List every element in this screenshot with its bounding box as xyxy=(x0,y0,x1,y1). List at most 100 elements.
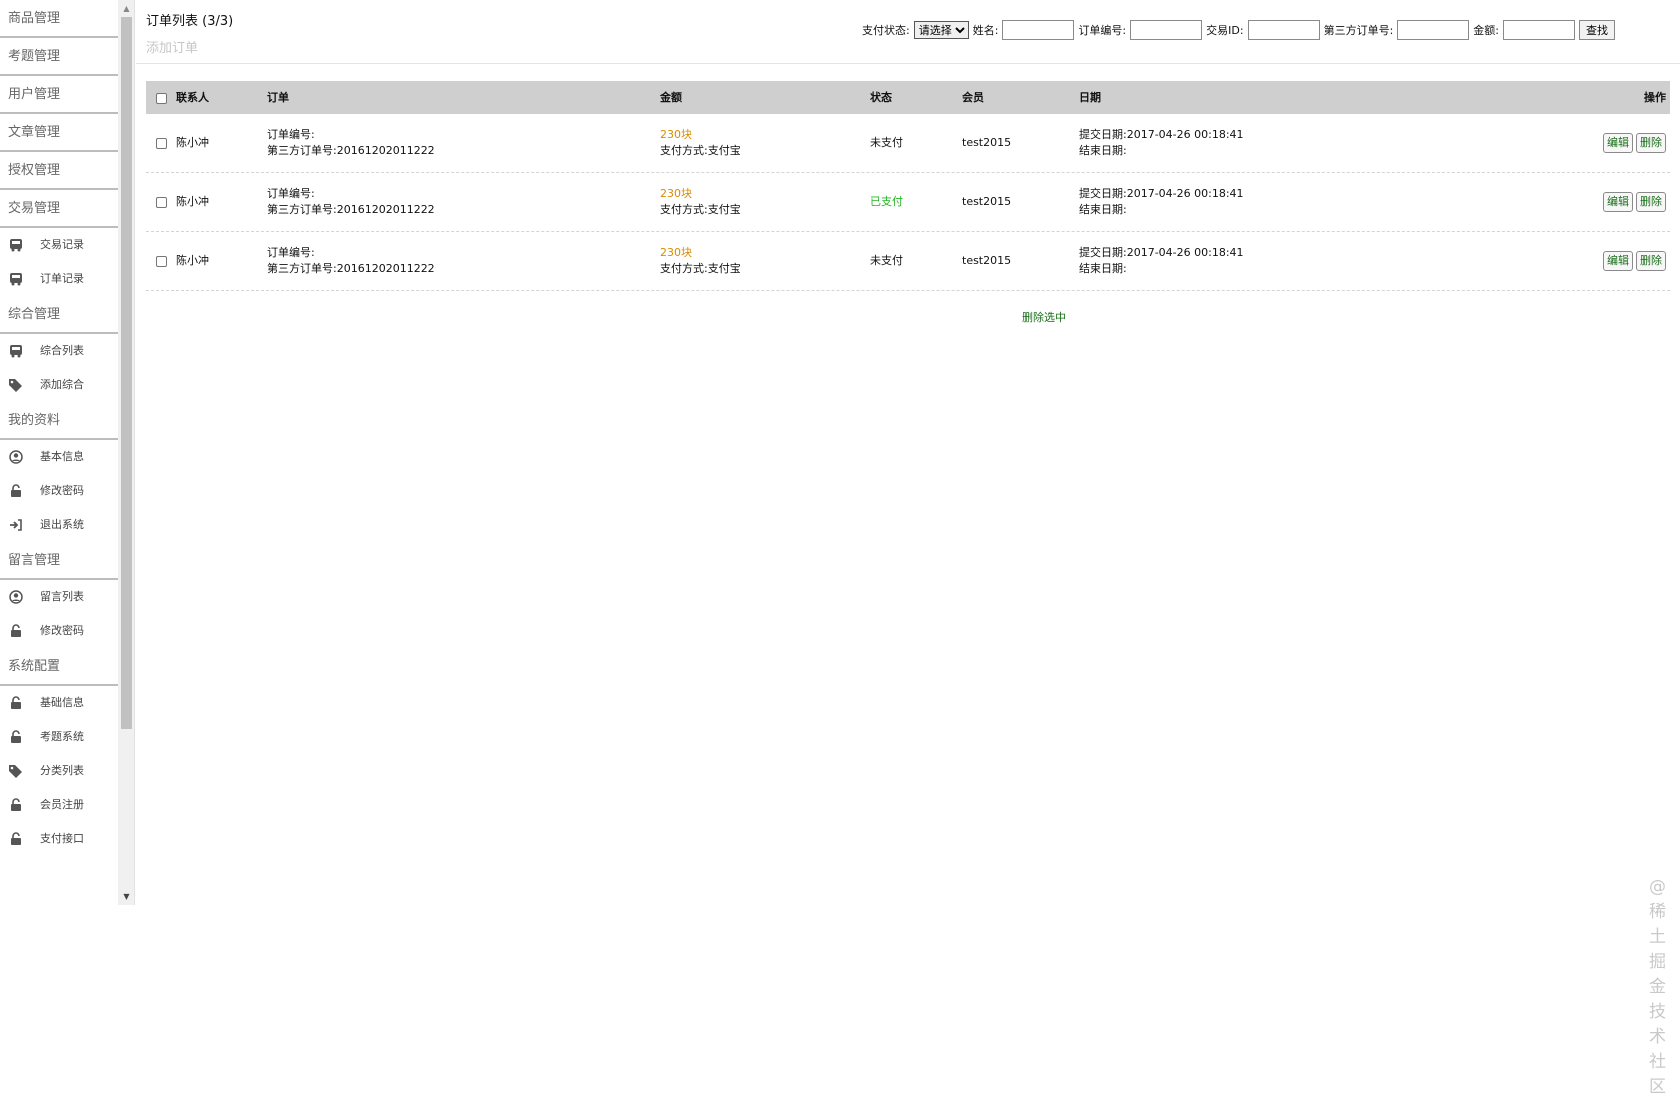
contact-cell: 陈小冲 xyxy=(176,232,209,290)
member-cell: test2015 xyxy=(962,114,1011,172)
sidebar-section-header[interactable]: 系统配置 xyxy=(0,648,118,686)
order-no: 订单编号: xyxy=(267,128,315,141)
member-cell: test2015 xyxy=(962,173,1011,231)
sidebar-section-header[interactable]: 综合管理 xyxy=(0,296,118,334)
sidebar-section-header[interactable]: 用户管理 xyxy=(0,76,118,114)
submit-date: 提交日期:2017-04-26 00:18:41 xyxy=(1079,246,1244,259)
status-cell: 未支付 xyxy=(870,232,903,290)
trade-id-input[interactable] xyxy=(1247,20,1320,40)
sidebar-item[interactable]: 考题系统 xyxy=(0,720,118,754)
sidebar-section-header[interactable]: 交易管理 xyxy=(0,190,118,228)
status-value: 未支付 xyxy=(870,136,903,149)
third-order-no: 第三方订单号:20161202011222 xyxy=(267,144,435,157)
row-checkbox[interactable] xyxy=(156,255,167,267)
end-date: 结束日期: xyxy=(1079,262,1127,275)
name-input[interactable] xyxy=(1002,20,1075,40)
sidebar-item-label: 订单记录 xyxy=(40,272,84,285)
user-circle-icon xyxy=(8,580,24,614)
third-order-input[interactable] xyxy=(1397,20,1470,40)
amount-input[interactable] xyxy=(1503,20,1576,40)
delete-button[interactable]: 删除 xyxy=(1636,251,1666,271)
add-order-link[interactable]: 添加订单 xyxy=(146,37,198,56)
amount-value: 230块 xyxy=(660,187,692,200)
sidebar-item[interactable]: 综合列表 xyxy=(0,334,118,368)
order-no-input[interactable] xyxy=(1130,20,1203,40)
sidebar-section-header[interactable]: 留言管理 xyxy=(0,542,118,580)
sidebar-item[interactable]: 交易记录 xyxy=(0,228,118,262)
sidebar-item[interactable]: 基础信息 xyxy=(0,686,118,720)
sidebar-item[interactable]: 添加综合 xyxy=(0,368,118,402)
sidebar-item-label: 退出系统 xyxy=(40,518,84,531)
sidebar-item-label: 交易记录 xyxy=(40,238,84,251)
edit-button[interactable]: 编辑 xyxy=(1603,133,1633,153)
sidebar-item-label: 支付接口 xyxy=(40,832,84,845)
contact-cell: 陈小冲 xyxy=(176,173,209,231)
sidebar-section-header[interactable]: 考题管理 xyxy=(0,38,118,76)
sidebar-section-header[interactable]: 商品管理 xyxy=(0,0,118,38)
unlock-icon xyxy=(8,614,24,648)
date-cell: 提交日期:2017-04-26 00:18:41 结束日期: xyxy=(1079,173,1244,231)
table-body: 陈小冲 订单编号: 第三方订单号:20161202011222 230块 支付方式:支付… xyxy=(146,114,1670,291)
sidebar-section-header[interactable]: 我的资料 xyxy=(0,402,118,440)
sidebar-item[interactable]: 修改密码 xyxy=(0,614,118,648)
pay-status-select[interactable]: 请选择 xyxy=(913,21,969,39)
sidebar-item[interactable]: 分类列表 xyxy=(0,754,118,788)
row-checkbox[interactable] xyxy=(156,196,167,208)
sidebar-item-label: 修改密码 xyxy=(40,484,84,497)
pay-method: 支付方式:支付宝 xyxy=(660,144,741,157)
sidebar-item[interactable]: 留言列表 xyxy=(0,580,118,614)
table-row: 陈小冲 订单编号: 第三方订单号:20161202011222 230块 支付方式:支付… xyxy=(146,232,1670,291)
delete-selected-link[interactable]: 删除选中 xyxy=(1022,309,1066,325)
tags-icon xyxy=(8,368,24,402)
select-all-checkbox[interactable] xyxy=(156,92,167,104)
submit-date: 提交日期:2017-04-26 00:18:41 xyxy=(1079,187,1244,200)
member-name: test2015 xyxy=(962,136,1012,149)
status-value: 未支付 xyxy=(870,254,903,267)
user-circle-icon xyxy=(8,440,24,474)
delete-button[interactable]: 删除 xyxy=(1636,133,1666,153)
status-value: 已支付 xyxy=(870,195,903,208)
order-cell: 订单编号: 第三方订单号:20161202011222 xyxy=(267,114,435,172)
edit-button[interactable]: 编辑 xyxy=(1603,192,1633,212)
sidebar-section-header[interactable]: 文章管理 xyxy=(0,114,118,152)
bus-icon xyxy=(8,228,24,262)
contact-name: 陈小冲 xyxy=(176,254,209,267)
end-date: 结束日期: xyxy=(1079,144,1127,157)
scroll-up-arrow-icon[interactable]: ▲ xyxy=(118,0,135,17)
page-title: 订单列表 (3/3) xyxy=(146,14,234,29)
amount-cell: 230块支付方式:支付宝 xyxy=(660,232,741,290)
table-row: 陈小冲 订单编号: 第三方订单号:20161202011222 230块 支付方式:支付… xyxy=(146,173,1670,232)
sidebar-item-label: 会员注册 xyxy=(40,798,84,811)
sidebar-scrollbar[interactable]: ▲ ▼ xyxy=(118,0,135,905)
order-no-label: 订单编号: xyxy=(1078,24,1127,37)
order-table: 联系人 订单 金额 状态 会员 日期 操作 陈小冲 订单编号: 第三方订单号:201… xyxy=(146,81,1670,291)
pay-method: 支付方式:支付宝 xyxy=(660,262,741,275)
contact-name: 陈小冲 xyxy=(176,136,209,149)
date-cell: 提交日期:2017-04-26 00:18:41 结束日期: xyxy=(1079,114,1244,172)
sidebar-item[interactable]: 修改密码 xyxy=(0,474,118,508)
scroll-down-arrow-icon[interactable]: ▼ xyxy=(118,888,135,905)
sidebar-item[interactable]: 退出系统 xyxy=(0,508,118,542)
sidebar-section-header[interactable]: 授权管理 xyxy=(0,152,118,190)
header-date: 日期 xyxy=(1079,91,1101,104)
scroll-thumb[interactable] xyxy=(121,17,132,729)
sidebar-item[interactable]: 订单记录 xyxy=(0,262,118,296)
search-button[interactable]: 查找 xyxy=(1579,20,1616,40)
table-row: 陈小冲 订单编号: 第三方订单号:20161202011222 230块 支付方式:支付… xyxy=(146,114,1670,173)
third-order-label: 第三方订单号: xyxy=(1323,24,1394,37)
status-cell: 已支付 xyxy=(870,173,903,231)
unlock-icon xyxy=(8,822,24,856)
actions-cell: 编辑 删除 xyxy=(1600,232,1666,290)
delete-button[interactable]: 删除 xyxy=(1636,192,1666,212)
sidebar-item-label: 留言列表 xyxy=(40,590,84,603)
sidebar: 商品管理 考题管理 用户管理 文章管理 授权管理 交易管理交易记录订单记录综合管理 综合列表… xyxy=(0,0,118,905)
select-all-cell xyxy=(156,81,167,114)
edit-button[interactable]: 编辑 xyxy=(1603,251,1633,271)
member-name: test2015 xyxy=(962,195,1012,208)
sidebar-item[interactable]: 会员注册 xyxy=(0,788,118,822)
contact-cell: 陈小冲 xyxy=(176,114,209,172)
amount-value: 230块 xyxy=(660,246,692,259)
sidebar-item[interactable]: 基本信息 xyxy=(0,440,118,474)
sidebar-item[interactable]: 支付接口 xyxy=(0,822,118,856)
row-checkbox[interactable] xyxy=(156,137,167,149)
